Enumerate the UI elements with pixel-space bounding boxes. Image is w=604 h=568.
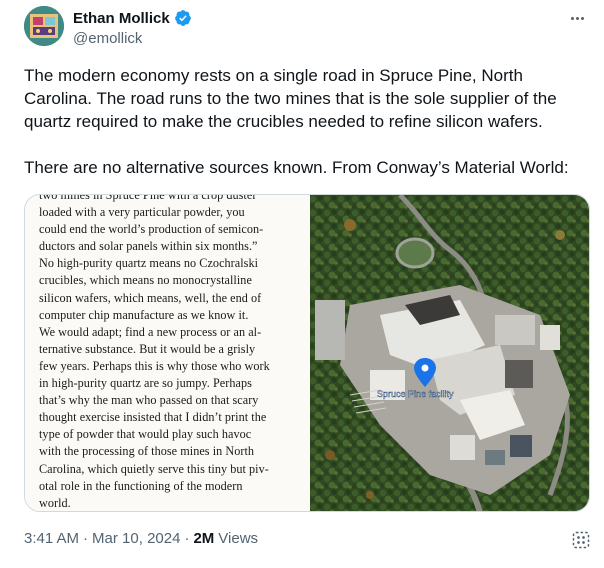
meta-separator: · bbox=[184, 530, 190, 547]
media-attachment[interactable]: two mines in Spruce Pine with a crop dus… bbox=[24, 194, 590, 512]
views-count: 2M bbox=[193, 530, 215, 547]
meta-separator: · bbox=[83, 530, 89, 547]
author-name-row: Ethan Mollick bbox=[73, 9, 192, 27]
tweet-meta: 3:41 AM · Mar 10, 2024 · 2M Views bbox=[24, 530, 258, 547]
more-options-icon[interactable] bbox=[566, 8, 588, 28]
tweet-time[interactable]: 3:41 AM bbox=[24, 530, 79, 547]
verified-badge-icon bbox=[174, 10, 191, 26]
views-label: Views bbox=[218, 530, 259, 547]
author-display-name[interactable]: Ethan Mollick bbox=[73, 10, 170, 27]
book-excerpt-image[interactable]: two mines in Spruce Pine with a crop dus… bbox=[25, 195, 310, 511]
author-handle[interactable]: @emollick bbox=[73, 30, 142, 47]
book-excerpt-text: two mines in Spruce Pine with a crop dus… bbox=[39, 195, 270, 510]
map-location-label: Spruce Pine facility bbox=[377, 389, 454, 399]
tweet-date[interactable]: Mar 10, 2024 bbox=[92, 530, 180, 547]
analytics-icon[interactable] bbox=[571, 530, 591, 550]
tweet-text: The modern economy rests on a single roa… bbox=[24, 64, 584, 179]
aerial-map-image[interactable]: Spruce Pine facility bbox=[310, 195, 589, 511]
tweet-paragraph: There are no alternative sources known. … bbox=[24, 158, 569, 177]
avatar[interactable] bbox=[24, 6, 64, 46]
tweet-paragraph: The modern economy rests on a single roa… bbox=[24, 66, 557, 131]
